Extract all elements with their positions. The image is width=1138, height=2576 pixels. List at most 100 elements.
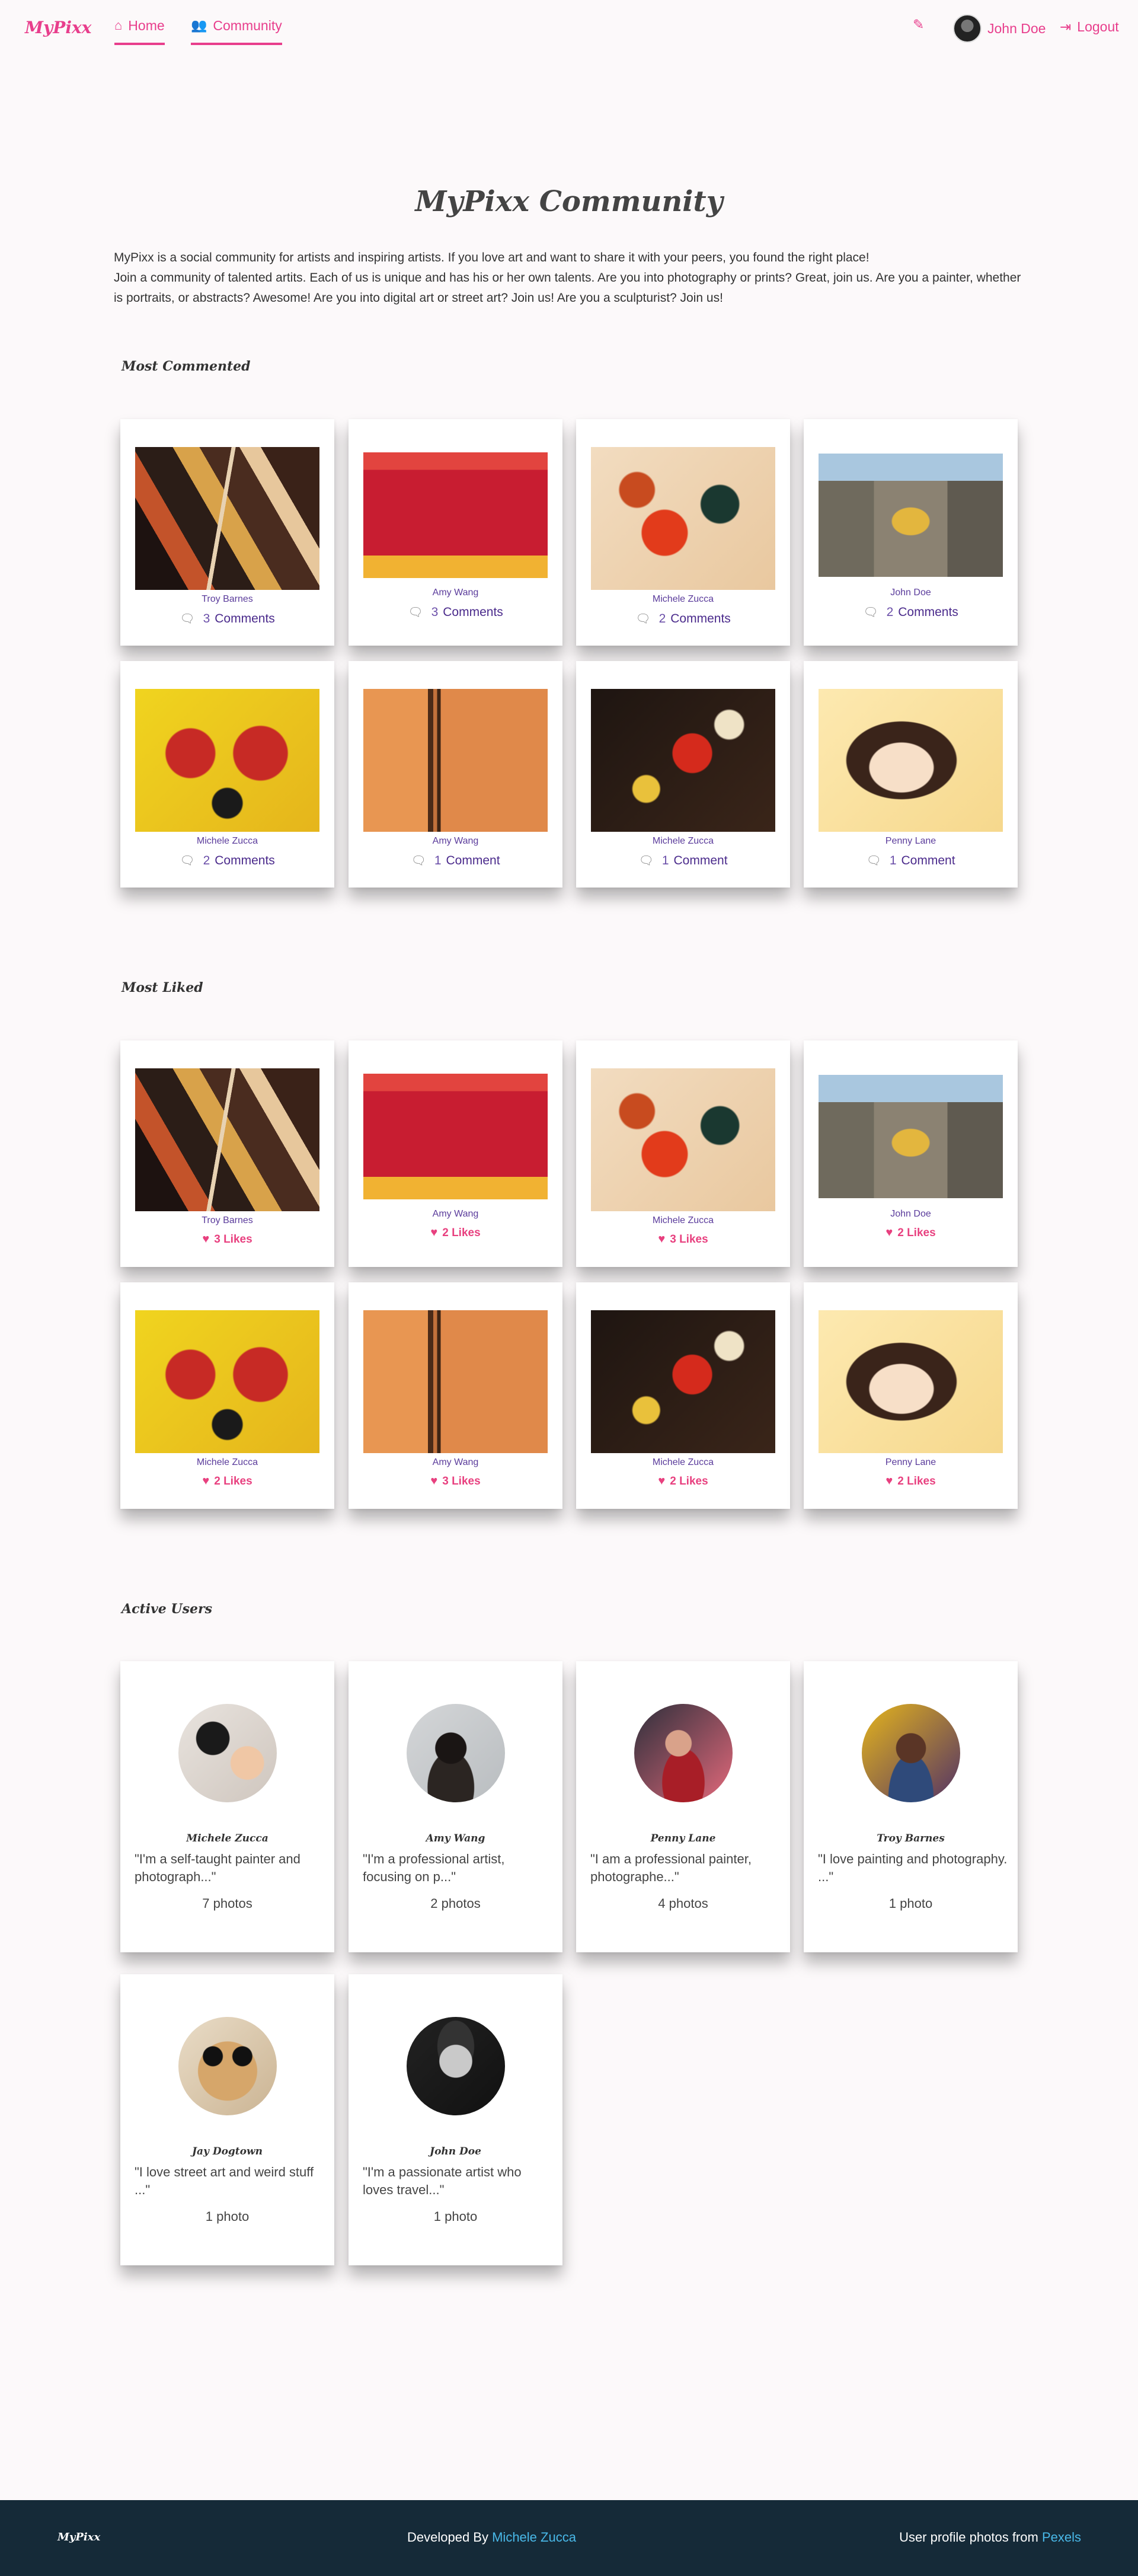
like-count[interactable]: ♥ 2 Likes bbox=[576, 1474, 790, 1488]
artist-name[interactable]: John Doe bbox=[804, 1209, 1018, 1220]
heart-icon: ♥ bbox=[202, 1474, 210, 1487]
artist-name[interactable]: Michele Zucca bbox=[120, 836, 334, 847]
user-avatar[interactable] bbox=[178, 2017, 277, 2115]
photo-card[interactable]: Amy Wang 🗨 1 Comment bbox=[349, 661, 562, 888]
artist-name[interactable]: Amy Wang bbox=[349, 1457, 562, 1468]
artist-name[interactable]: Amy Wang bbox=[349, 1209, 562, 1220]
photo-thumbnail[interactable] bbox=[591, 1068, 775, 1211]
photo-card[interactable]: Michele Zucca 🗨 1 Comment bbox=[576, 661, 790, 888]
photo-card[interactable]: Amy Wang ♥ 3 Likes bbox=[349, 1282, 562, 1509]
comment-icon: 🗨 bbox=[180, 854, 195, 867]
user-avatar[interactable] bbox=[862, 1704, 960, 1802]
photo-card[interactable]: John Doe 🗨 2 Comments bbox=[804, 419, 1018, 646]
user-avatar[interactable] bbox=[178, 1704, 277, 1802]
photo-thumbnail[interactable] bbox=[363, 452, 548, 578]
photo-count: 1 photo bbox=[433, 2209, 478, 2224]
like-count[interactable]: ♥ 3 Likes bbox=[349, 1474, 562, 1488]
photo-card[interactable]: Michele Zucca 🗨 2 Comments bbox=[120, 661, 334, 888]
artist-name[interactable]: Michele Zucca bbox=[120, 1457, 334, 1468]
photo-card[interactable]: Michele Zucca ♥ 3 Likes bbox=[576, 1040, 790, 1267]
like-count[interactable]: ♥ 2 Likes bbox=[804, 1474, 1018, 1488]
photo-thumbnail[interactable] bbox=[135, 447, 319, 590]
photo-credit-prefix: User profile photos from bbox=[899, 2530, 1038, 2545]
user-card[interactable]: Penny Lane "I am a professional painter,… bbox=[576, 1661, 790, 1952]
like-count[interactable]: ♥ 3 Likes bbox=[120, 1233, 334, 1246]
user-card[interactable]: Troy Barnes "I love painting and photogr… bbox=[804, 1661, 1018, 1952]
photo-card[interactable]: Penny Lane ♥ 2 Likes bbox=[804, 1282, 1018, 1509]
like-count[interactable]: ♥ 3 Likes bbox=[576, 1233, 790, 1246]
user-card[interactable]: Amy Wang "I'm a professional artist, foc… bbox=[349, 1661, 562, 1952]
photo-thumbnail[interactable] bbox=[135, 689, 319, 832]
artist-name[interactable]: Amy Wang bbox=[349, 588, 562, 598]
artist-name[interactable]: Penny Lane bbox=[804, 836, 1018, 847]
nav-home[interactable]: ⌂ Home bbox=[114, 18, 165, 45]
artist-name[interactable]: Penny Lane bbox=[804, 1457, 1018, 1468]
artist-name[interactable]: Michele Zucca bbox=[576, 836, 790, 847]
user-menu[interactable]: John Doe bbox=[953, 14, 1046, 43]
user-card[interactable]: Michele Zucca "I'm a self-taught painter… bbox=[120, 1661, 334, 1952]
pexels-link[interactable]: Pexels bbox=[1042, 2530, 1081, 2545]
photo-card[interactable]: Troy Barnes 🗨 3 Comments bbox=[120, 419, 334, 646]
photo-thumbnail[interactable] bbox=[135, 1310, 319, 1453]
photo-card[interactable]: Michele Zucca ♥ 2 Likes bbox=[120, 1282, 334, 1509]
like-count[interactable]: ♥ 2 Likes bbox=[349, 1226, 562, 1240]
edit-button[interactable]: ✎ bbox=[913, 17, 924, 33]
photo-card[interactable]: Michele Zucca 🗨 2 Comments bbox=[576, 419, 790, 646]
artist-name[interactable]: Troy Barnes bbox=[120, 1215, 334, 1226]
photo-card[interactable]: Penny Lane 🗨 1 Comment bbox=[804, 661, 1018, 888]
photo-thumbnail[interactable] bbox=[591, 1310, 775, 1453]
user-avatar[interactable] bbox=[407, 2017, 505, 2115]
photo-thumbnail[interactable] bbox=[135, 1068, 319, 1211]
photo-thumbnail[interactable] bbox=[819, 1310, 1003, 1453]
user-bio: "I'm a self-taught painter and photograp… bbox=[135, 1852, 301, 1884]
like-count[interactable]: ♥ 2 Likes bbox=[804, 1226, 1018, 1240]
user-bio: "I am a professional painter, photograph… bbox=[590, 1852, 752, 1884]
photo-thumbnail[interactable] bbox=[819, 1075, 1003, 1198]
user-bio: "I love painting and photography. ..." bbox=[818, 1852, 1008, 1884]
artist-name[interactable]: Michele Zucca bbox=[576, 1457, 790, 1468]
photo-card[interactable]: Troy Barnes ♥ 3 Likes bbox=[120, 1040, 334, 1267]
photo-thumbnail[interactable] bbox=[363, 689, 548, 832]
nav-home-label: Home bbox=[128, 18, 165, 33]
heart-icon: ♥ bbox=[886, 1474, 893, 1487]
artist-name[interactable]: Amy Wang bbox=[349, 836, 562, 847]
nav-community[interactable]: 👥 Community bbox=[191, 18, 282, 45]
photo-card[interactable]: Michele Zucca ♥ 2 Likes bbox=[576, 1282, 790, 1509]
photo-thumbnail[interactable] bbox=[591, 689, 775, 832]
photo-thumbnail[interactable] bbox=[819, 689, 1003, 832]
artist-name[interactable]: Michele Zucca bbox=[576, 594, 790, 605]
photo-credit: User profile photos from Pexels bbox=[899, 2530, 1081, 2545]
user-name[interactable]: Michele Zucca bbox=[120, 1833, 334, 1844]
heart-icon: ♥ bbox=[202, 1233, 210, 1246]
developer-prefix: Developed By bbox=[407, 2530, 488, 2545]
footer-brand[interactable]: MyPixx bbox=[57, 2531, 100, 2543]
user-name[interactable]: Troy Barnes bbox=[804, 1833, 1018, 1844]
photo-card[interactable]: John Doe ♥ 2 Likes bbox=[804, 1040, 1018, 1267]
photo-count: 7 photos bbox=[202, 1896, 252, 1911]
photo-count: 1 photo bbox=[888, 1896, 933, 1911]
artist-name[interactable]: John Doe bbox=[804, 588, 1018, 598]
user-name[interactable]: Amy Wang bbox=[349, 1833, 562, 1844]
artist-name[interactable]: Michele Zucca bbox=[576, 1215, 790, 1226]
user-avatar[interactable] bbox=[634, 1704, 733, 1802]
like-count[interactable]: ♥ 2 Likes bbox=[120, 1474, 334, 1488]
photo-thumbnail[interactable] bbox=[819, 454, 1003, 577]
user-card[interactable]: John Doe "I'm a passionate artist who lo… bbox=[349, 1974, 562, 2265]
photo-thumbnail[interactable] bbox=[363, 1074, 548, 1199]
heart-icon: ♥ bbox=[430, 1226, 438, 1239]
photo-thumbnail[interactable] bbox=[591, 447, 775, 590]
logout-link[interactable]: ⇥ Logout bbox=[1060, 19, 1119, 35]
user-avatar[interactable] bbox=[407, 1704, 505, 1802]
artist-name[interactable]: Troy Barnes bbox=[120, 594, 334, 605]
user-card[interactable]: Jay Dogtown "I love street art and weird… bbox=[120, 1974, 334, 2265]
user-name[interactable]: Jay Dogtown bbox=[120, 2146, 334, 2157]
user-name[interactable]: John Doe bbox=[349, 2146, 562, 2157]
user-name[interactable]: Penny Lane bbox=[576, 1833, 790, 1844]
user-bio: "I'm a professional artist, focusing on … bbox=[363, 1852, 505, 1884]
comment-count: 🗨 1 Comment bbox=[638, 853, 728, 868]
brand-logo[interactable]: MyPixx bbox=[25, 18, 91, 37]
photo-card[interactable]: Amy Wang ♥ 2 Likes bbox=[349, 1040, 562, 1267]
photo-card[interactable]: Amy Wang 🗨 3 Comments bbox=[349, 419, 562, 646]
photo-thumbnail[interactable] bbox=[363, 1310, 548, 1453]
developer-link[interactable]: Michele Zucca bbox=[492, 2530, 576, 2545]
